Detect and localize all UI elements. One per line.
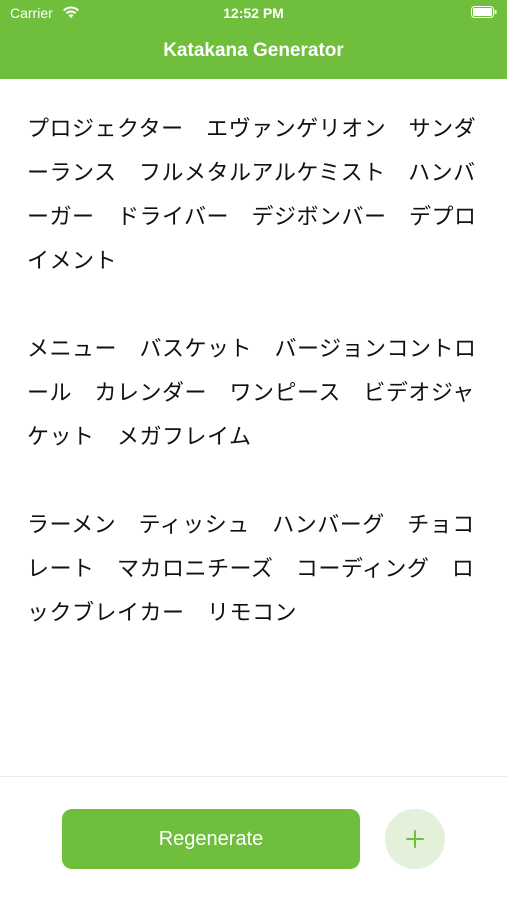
status-bar: Carrier 12:52 PM [0, 0, 507, 30]
katakana-content: プロジェクター エヴァンゲリオン サンダーランス フルメタルアルケミスト ハンバ… [27, 108, 482, 680]
battery-full-icon [471, 6, 497, 18]
footer-divider [0, 776, 507, 777]
katakana-paragraph: ラーメン ティッシュ ハンバーグ チョコレート マカロニチーズ コーディング ロ… [27, 513, 475, 626]
regenerate-button[interactable]: Regenerate [62, 809, 360, 869]
katakana-paragraph: メニュー バスケット バージョンコントロール カレンダー ワンピース ビデオジャ… [27, 337, 477, 450]
nav-header: Carrier 12:52 PM Katakana Generator [0, 0, 507, 79]
status-time: 12:52 PM [223, 5, 284, 21]
page-title: Katakana Generator [163, 40, 344, 61]
add-button[interactable] [385, 809, 445, 869]
plus-icon [406, 830, 424, 848]
katakana-paragraph: プロジェクター エヴァンゲリオン サンダーランス フルメタルアルケミスト ハンバ… [27, 117, 477, 274]
